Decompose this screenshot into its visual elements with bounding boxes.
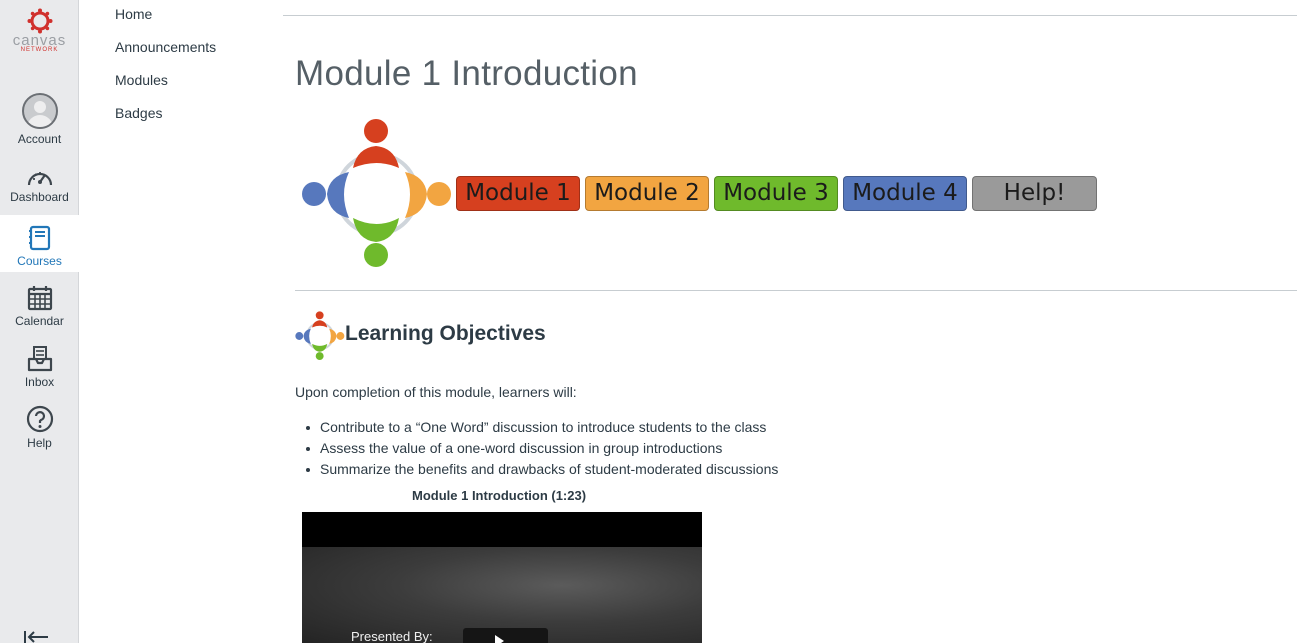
canvas-network-logo[interactable]: canvas NETWORK	[0, 8, 79, 60]
objective-item: Contribute to a “One Word” discussion to…	[295, 417, 778, 438]
module-2-button[interactable]: Module 2	[585, 176, 709, 211]
global-nav-label: Account	[17, 132, 62, 146]
question-icon	[26, 405, 53, 433]
global-nav-courses[interactable]: Courses	[0, 215, 79, 272]
learning-objectives-heading: Learning Objectives	[345, 322, 546, 345]
module-4-button[interactable]: Module 4	[843, 176, 967, 211]
objectives-list: Contribute to a “One Word” discussion to…	[295, 417, 778, 480]
global-navigation: canvas NETWORK Account Dashboard Courses	[0, 0, 79, 643]
global-nav-account[interactable]: Account	[0, 93, 79, 146]
module-3-button[interactable]: Module 3	[714, 176, 838, 211]
play-icon	[495, 635, 504, 643]
page-title: Module 1 Introduction	[295, 54, 638, 93]
module-1-button[interactable]: Module 1	[456, 176, 580, 211]
global-nav-help[interactable]: Help	[0, 405, 79, 450]
global-nav-label: Dashboard	[10, 190, 69, 204]
objective-item: Assess the value of a one-word discussio…	[295, 438, 778, 459]
video-caption: Module 1 Introduction (1:23)	[412, 488, 587, 503]
page-content: Module 1 Introduction Module 1 Module 2 …	[283, 0, 1297, 643]
course-nav-home[interactable]: Home	[115, 6, 152, 22]
calendar-icon	[27, 286, 52, 311]
global-nav-label: Calendar	[15, 314, 64, 328]
global-nav-calendar[interactable]: Calendar	[0, 285, 79, 328]
global-nav-dashboard[interactable]: Dashboard	[0, 167, 79, 204]
collapse-arrow-icon[interactable]	[22, 628, 52, 643]
group-people-small-icon	[295, 311, 345, 361]
course-nav-announcements[interactable]: Announcements	[115, 39, 216, 55]
objective-item: Summarize the benefits and drawbacks of …	[295, 459, 778, 480]
global-nav-label: Inbox	[24, 375, 55, 389]
course-nav-badges[interactable]: Badges	[115, 105, 162, 121]
top-divider	[283, 15, 1297, 16]
group-people-logo-icon	[302, 119, 451, 267]
global-nav-label: Help	[27, 436, 52, 450]
global-nav-inbox[interactable]: Inbox	[0, 346, 79, 389]
speedometer-icon	[27, 172, 52, 186]
user-avatar-icon	[21, 93, 58, 129]
logo-subtitle: NETWORK	[20, 47, 59, 53]
objectives-intro: Upon completion of this module, learners…	[295, 384, 577, 400]
book-icon	[28, 225, 50, 251]
section-divider	[295, 290, 1297, 291]
video-play-button[interactable]	[463, 628, 548, 643]
logo-wordmark: canvas	[12, 32, 67, 49]
global-nav-label: Courses	[17, 254, 62, 268]
course-nav-modules[interactable]: Modules	[115, 72, 168, 88]
video-player[interactable]: Presented By:	[302, 512, 702, 643]
canvas-logo-icon	[27, 8, 52, 34]
video-presented-by: Presented By:	[351, 629, 433, 643]
inbox-icon	[27, 346, 52, 372]
help-button[interactable]: Help!	[972, 176, 1097, 211]
